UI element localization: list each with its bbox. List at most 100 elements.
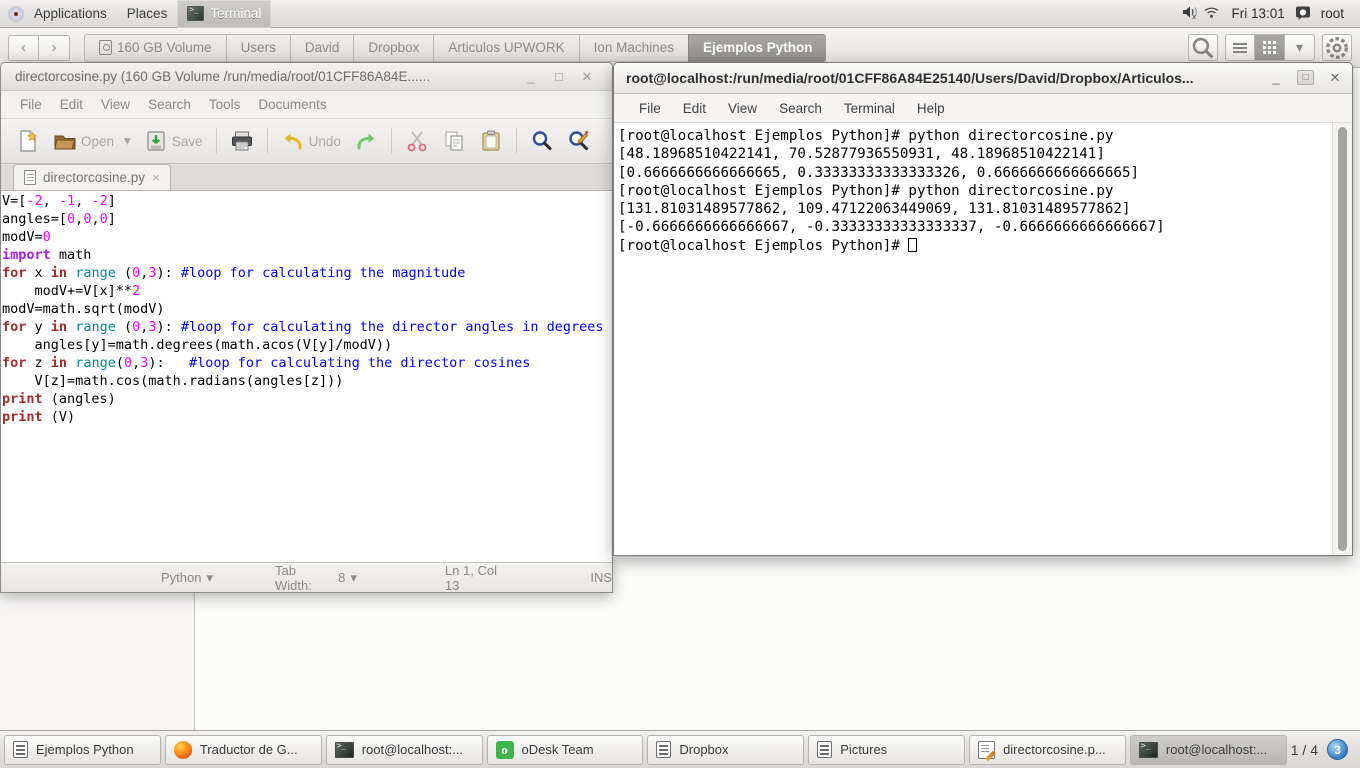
gedit-icon	[978, 740, 996, 759]
find-button[interactable]	[525, 126, 559, 156]
language-selector[interactable]: Python ▾	[161, 570, 213, 586]
volume-glyph: x	[1183, 6, 1198, 21]
close-icon[interactable]: ×	[152, 170, 160, 185]
gear-icon[interactable]	[1322, 34, 1352, 61]
gnome-top-panel: Applications Places Terminal x Fri 13:01	[0, 0, 1360, 28]
close-icon[interactable]: ✕	[1328, 70, 1342, 86]
copy-button[interactable]	[437, 126, 471, 156]
maximize-icon[interactable]: □	[552, 69, 566, 85]
breadcrumb-item-articulos-upwork[interactable]: Articulos UPWORK	[433, 33, 579, 62]
undo-button[interactable]: Undo	[276, 126, 346, 156]
breadcrumb-item-dropbox[interactable]: Dropbox	[353, 33, 434, 62]
close-icon[interactable]: ✕	[580, 69, 594, 85]
language-label: Python	[161, 570, 202, 585]
menu-view[interactable]: View	[717, 101, 768, 116]
save-button[interactable]: Save	[139, 126, 208, 156]
clock[interactable]: Fri 13:01	[1223, 6, 1292, 21]
terminal-titlebar[interactable]: root@localhost:/run/media/root/01CFF86A8…	[614, 63, 1352, 94]
view-mode-group: ▾	[1225, 34, 1315, 61]
minimize-icon[interactable]: _	[1269, 70, 1283, 86]
tab-directorcosine-py[interactable]: directorcosine.py ×	[13, 164, 171, 190]
menu-search[interactable]: Search	[139, 97, 200, 112]
open-folder-icon	[54, 135, 76, 150]
menu-file[interactable]: File	[11, 97, 51, 112]
scrollbar-thumb[interactable]	[1338, 127, 1347, 551]
gedit-titlebar[interactable]: directorcosine.py (160 GB Volume /run/me…	[1, 63, 612, 91]
taskbar-item-dropbox[interactable]: Dropbox	[647, 734, 805, 765]
breadcrumb-item-ion-machines[interactable]: Ion Machines	[578, 33, 688, 62]
minimize-icon[interactable]: _	[524, 69, 538, 85]
taskbar-item-directorcosine[interactable]: directorcosine.p...	[969, 734, 1126, 765]
workspace-badge[interactable]: 3	[1327, 739, 1348, 760]
new-document-icon[interactable]	[11, 126, 45, 156]
menu-view[interactable]: View	[92, 97, 139, 112]
taskbar-item-ejemplos-python[interactable]: Ejemplos Python	[4, 734, 161, 765]
active-window-button[interactable]: Terminal	[177, 0, 272, 28]
terminal-output[interactable]: [root@localhost Ejemplos Python]# python…	[614, 123, 1332, 555]
terminal-body[interactable]: [root@localhost Ejemplos Python]# python…	[614, 123, 1352, 555]
print-button[interactable]	[225, 126, 259, 156]
menu-edit[interactable]: Edit	[672, 101, 717, 116]
menu-edit[interactable]: Edit	[51, 97, 92, 112]
file-manager-toolbar-right: ▾	[1188, 34, 1352, 61]
chevron-down-icon[interactable]: ▾	[124, 133, 131, 149]
menu-documents[interactable]: Documents	[249, 97, 335, 112]
terminal-icon	[334, 741, 354, 758]
taskbar-item-terminal-2[interactable]: root@localhost:...	[1129, 734, 1287, 765]
grid-view-icon[interactable]	[1255, 34, 1285, 61]
open-label: Open	[81, 133, 115, 149]
svg-text:x: x	[1192, 13, 1196, 20]
maximize-icon[interactable]: □	[1297, 70, 1314, 85]
panel-status-area: x Fri 13:01 ● root	[1181, 4, 1360, 23]
menu-terminal[interactable]: Terminal	[833, 101, 906, 116]
volume-muted-icon[interactable]: x	[1181, 4, 1200, 23]
terminal-prompt: [root@localhost Ejemplos Python]#	[618, 237, 909, 254]
wifi-icon[interactable]	[1202, 4, 1221, 23]
taskbar-item-pictures[interactable]: Pictures	[808, 734, 966, 765]
list-view-icon[interactable]	[1225, 34, 1255, 61]
cut-button[interactable]	[400, 126, 434, 156]
copy-icon	[445, 131, 463, 151]
breadcrumb-item-users[interactable]: Users	[225, 33, 290, 62]
workspace-pager[interactable]: 1 / 4	[1291, 742, 1318, 758]
file-manager-icon	[817, 741, 833, 758]
find-icon	[532, 131, 552, 151]
odesk-icon: o	[495, 740, 514, 759]
taskbar-item-label: oDesk Team	[521, 742, 594, 757]
search-icon[interactable]	[1188, 34, 1218, 61]
menu-tools[interactable]: Tools	[200, 97, 250, 112]
gedit-statusbar: Python ▾ Tab Width: 8 ▾ Ln 1, Col 13 INS	[1, 562, 612, 592]
breadcrumb-item-david[interactable]: David	[289, 33, 354, 62]
tab-width-selector[interactable]: Tab Width: 8 ▾	[275, 563, 357, 593]
svg-text:●: ●	[1299, 7, 1306, 16]
paste-button[interactable]	[474, 126, 508, 156]
gedit-toolbar: Open ▾ Save Undo	[1, 119, 612, 164]
username-label[interactable]: root	[1313, 6, 1352, 21]
taskbar-item-label: Pictures	[840, 742, 888, 757]
taskbar-item-traductor[interactable]: Traductor de G...	[164, 734, 322, 765]
taskbar-item-terminal-1[interactable]: root@localhost:...	[325, 734, 483, 765]
terminal-line: [0.6666666666666665, 0.33333333333333326…	[618, 164, 1140, 181]
applications-menu[interactable]: Applications	[24, 0, 117, 28]
menu-search[interactable]: Search	[768, 101, 833, 116]
redo-button[interactable]	[349, 126, 383, 156]
terminal-window-controls: _ □ ✕	[1269, 70, 1352, 86]
insert-mode-indicator: INS	[590, 570, 612, 585]
undo-label: Undo	[308, 133, 341, 149]
find-replace-button[interactable]	[562, 126, 596, 156]
taskbar-right: 1 / 4 3	[1291, 739, 1356, 760]
taskbar-item-odesk-team[interactable]: o oDesk Team	[486, 734, 644, 765]
active-window-label: Terminal	[210, 6, 262, 21]
breadcrumb-item-volume[interactable]: 160 GB Volume	[84, 33, 226, 62]
back-button[interactable]: ‹	[8, 34, 39, 61]
places-menu[interactable]: Places	[117, 0, 178, 28]
menu-help[interactable]: Help	[906, 101, 956, 116]
open-button[interactable]: Open ▾	[48, 126, 136, 156]
menu-file[interactable]: File	[628, 101, 672, 116]
forward-button[interactable]: ›	[39, 34, 70, 61]
breadcrumb-item-ejemplos-python[interactable]: Ejemplos Python	[687, 33, 827, 62]
chevron-down-icon[interactable]: ▾	[1285, 34, 1315, 61]
terminal-scrollbar[interactable]	[1332, 123, 1352, 555]
gedit-source-code: V=[-2, -1, -2] angles=[0,0,0] modV=0 imp…	[2, 193, 604, 425]
gedit-editor-area[interactable]: V=[-2, -1, -2] angles=[0,0,0] modV=0 imp…	[1, 191, 612, 562]
